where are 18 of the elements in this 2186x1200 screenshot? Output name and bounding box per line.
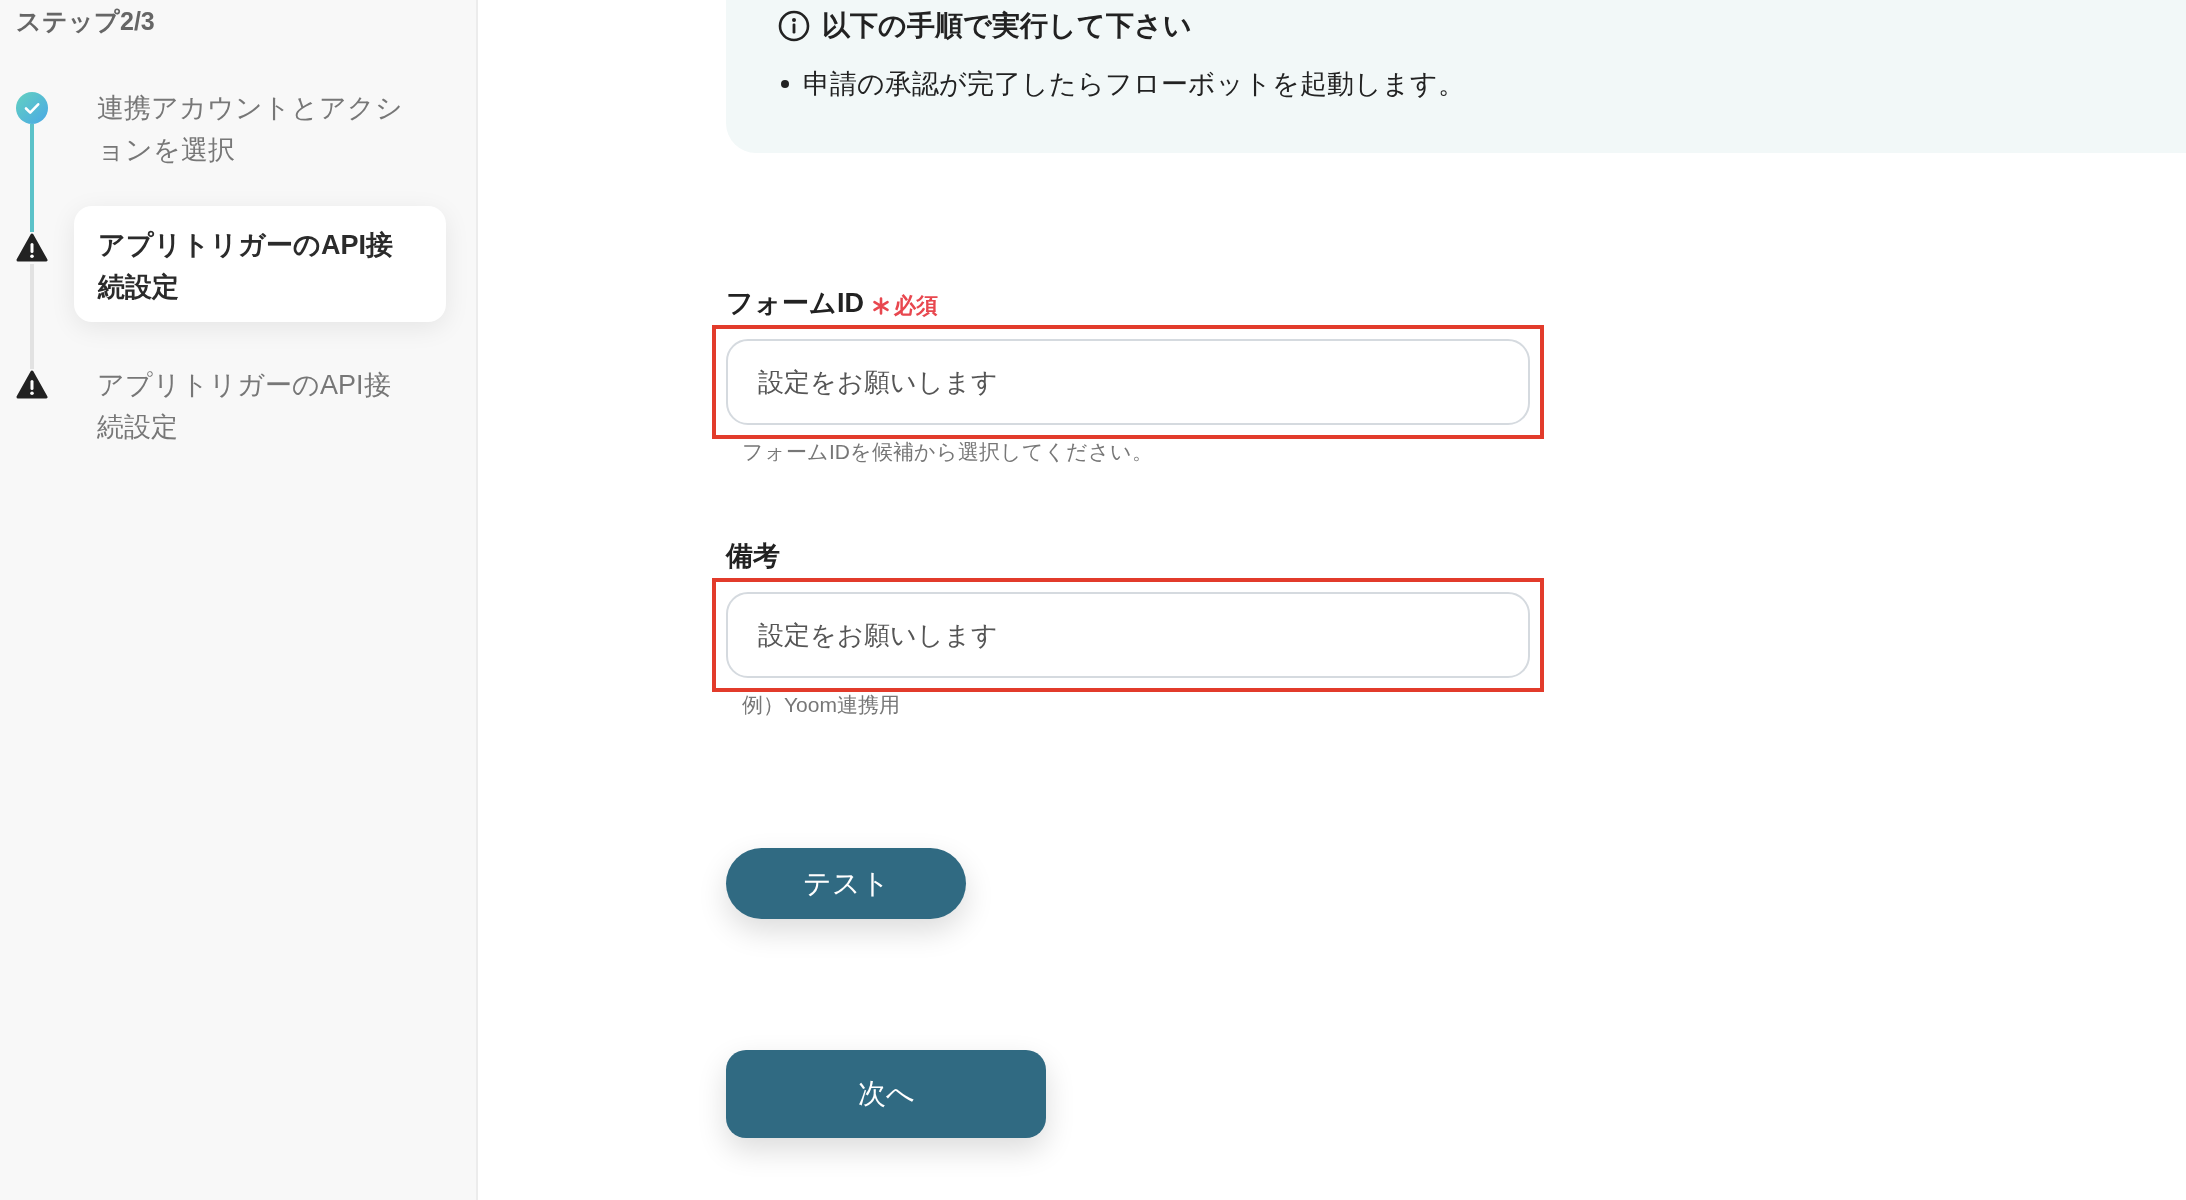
required-label: 必須 xyxy=(894,292,938,320)
input-field[interactable]: 設定をお願いします xyxy=(726,339,1530,425)
field-label: 備考 xyxy=(726,540,780,573)
notice-text: 申請の承認が完了したらフローボットを起動します。 xyxy=(803,68,1465,101)
step-item[interactable]: アプリトリガーのAPI接続設定 xyxy=(74,206,446,322)
info-icon xyxy=(778,10,810,42)
notice-title: 以下の手順で実行して下さい xyxy=(822,9,1192,43)
test-button[interactable]: テスト xyxy=(726,848,966,919)
asterisk-icon xyxy=(872,297,890,315)
field-hint: 例）Yoom連携用 xyxy=(742,692,900,718)
field-label: フォームID xyxy=(726,287,864,320)
bullet-icon xyxy=(781,80,789,88)
field-hint: フォームIDを候補から選択してください。 xyxy=(742,439,1153,465)
step-counter: ステップ2/3 xyxy=(16,6,155,37)
step-item[interactable]: アプリトリガーのAPI接続設定 xyxy=(97,364,412,448)
input-field[interactable]: 設定をお願いします xyxy=(726,592,1530,678)
step-item[interactable]: 連携アカウントとアクションを選択 xyxy=(97,87,412,171)
next-button[interactable]: 次へ xyxy=(726,1050,1046,1138)
